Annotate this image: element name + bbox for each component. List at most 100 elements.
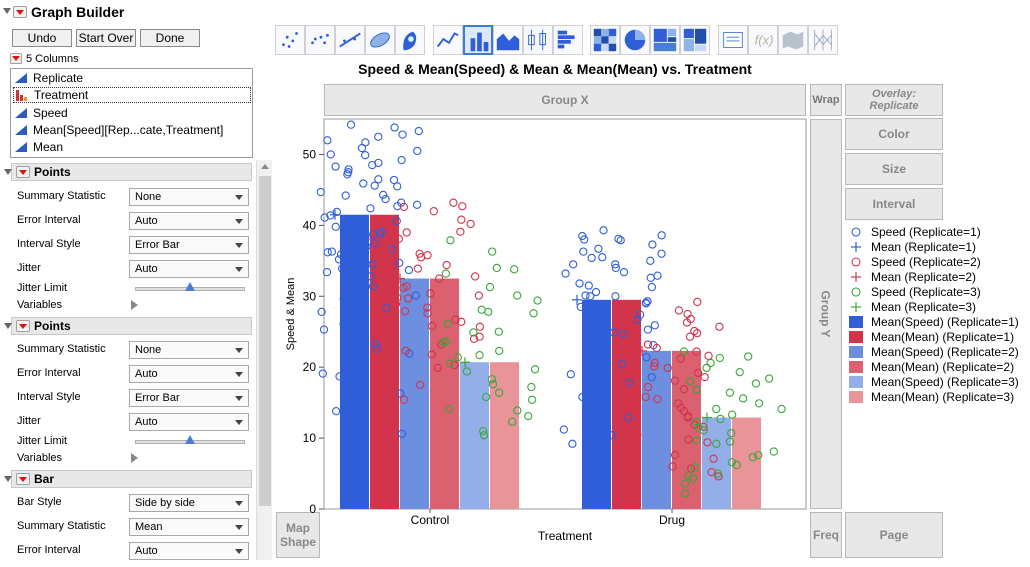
histogram-icon[interactable] [553,25,583,55]
size-zone[interactable]: Size [845,153,943,185]
column-item-treatment[interactable]: Treatment [13,87,251,103]
collapse-icon[interactable] [4,323,12,329]
y-axis-label: Speed & Mean [285,278,297,351]
contour-icon[interactable] [395,25,425,55]
slider-thumb[interactable] [185,435,195,444]
graph-canvas[interactable]: 0 10 20 30 40 50 Control Drug Speed & Mean Tre… [276,116,810,556]
select-value: Auto [135,545,158,557]
undo-button[interactable]: Undo [12,29,72,47]
chevron-down-icon [235,195,243,200]
y-tick-label: 40 [303,218,317,232]
points-menu-button[interactable] [16,166,30,178]
bar-section-header[interactable]: Bar [4,470,252,488]
freq-zone[interactable]: Freq [810,512,842,558]
page-zone[interactable]: Page [845,512,943,558]
expand-variables-icon[interactable] [131,300,138,310]
heatmap-icon[interactable] [590,25,620,55]
ellipse-icon[interactable] [365,25,395,55]
overlay-zone[interactable]: Overlay: Replicate [845,84,943,116]
map-shapes-icon[interactable] [778,25,808,55]
error-interval-select[interactable]: Auto [129,365,249,383]
line-icon[interactable] [433,25,463,55]
summary-statistic-select[interactable]: None [129,341,249,359]
caption-box-icon[interactable] [718,25,748,55]
wrap-zone[interactable]: Wrap [810,84,842,116]
legend-item[interactable]: Speed (Replicate=2) [849,254,981,269]
scroll-up-icon[interactable] [261,164,269,169]
column-label: Mean[Speed][Rep...cate,Treatment] [33,123,224,137]
points-icon[interactable] [275,25,305,55]
column-item-speed[interactable]: Speed [15,105,68,121]
color-zone[interactable]: Color [845,118,943,150]
legend-item[interactable]: Mean(Mean) (Replicate=1) [849,329,1014,344]
column-item-mean[interactable]: Mean [15,139,63,155]
error-interval-select[interactable]: Auto [129,542,249,560]
legend-item[interactable]: Mean(Speed) (Replicate=2) [849,344,1019,359]
column-item-mean-speed[interactable]: Mean[Speed][Rep...cate,Treatment] [15,122,223,138]
points-menu-button[interactable] [16,320,30,332]
y-tick-label: 10 [303,431,317,445]
area-icon[interactable] [493,25,523,55]
summary-statistic-select[interactable]: Mean [129,518,249,536]
legend-item[interactable]: Speed (Replicate=3) [849,284,981,299]
collapse-title-icon[interactable] [3,8,11,14]
chevron-down-icon [235,549,243,554]
column-item-replicate[interactable]: Replicate [15,70,83,86]
legend-circle-icon [849,226,863,238]
legend-item[interactable]: Mean (Replicate=2) [849,269,976,284]
points-section-header-2[interactable]: Points [4,317,252,335]
treemap-icon[interactable] [650,25,680,55]
points-section-header-1[interactable]: Points [4,163,252,181]
error-interval-select[interactable]: Auto [129,212,249,230]
pie-icon[interactable] [620,25,650,55]
x-tick-label: Drug [659,513,685,527]
select-value: Auto [135,416,158,428]
scroll-thumb[interactable] [259,176,271,506]
bar-icon[interactable] [463,25,493,55]
legend-item[interactable]: Mean (Replicate=3) [849,299,976,314]
done-button[interactable]: Done [140,29,200,47]
interval-style-select[interactable]: Error Bar [129,236,249,254]
expand-variables-icon[interactable] [131,453,138,463]
nominal-icon [16,89,28,101]
slider-thumb[interactable] [185,282,195,291]
title-bar: Graph Builder [0,0,1030,24]
formula-icon[interactable]: f(x) [748,25,778,55]
interval-style-select[interactable]: Error Bar [129,389,249,407]
interval-zone[interactable]: Interval [845,188,943,220]
x-axis-label: Treatment [538,529,593,543]
summary-statistic-select[interactable]: None [129,188,249,206]
legend-item[interactable]: Speed (Replicate=1) [849,224,981,239]
columns-menu-button[interactable] [10,53,22,64]
group-x-zone[interactable]: Group X [324,84,806,116]
group-y-zone[interactable]: Group Y [810,119,842,509]
legend-item[interactable]: Mean(Mean) (Replicate=2) [849,359,1014,374]
jitter-points-icon[interactable] [305,25,335,55]
mosaic-icon[interactable] [680,25,710,55]
legend-label: Speed (Replicate=1) [871,224,981,239]
continuous-icon [15,125,27,135]
prop-label: Interval Style [17,238,81,250]
column-list[interactable]: Replicate Treatment Speed Mean[Speed][Re… [10,68,253,158]
bar [672,350,701,509]
parallel-icon[interactable] [808,25,838,55]
jitter-select[interactable]: Auto [129,413,249,431]
graph-builder-menu-button[interactable] [13,6,27,18]
properties-scrollbar[interactable] [256,160,272,560]
bar-style-select[interactable]: Side by side [129,494,249,512]
legend-item[interactable]: Mean(Mean) (Replicate=3) [849,389,1014,404]
legend-item[interactable]: Mean(Speed) (Replicate=3) [849,374,1019,389]
legend-label: Speed (Replicate=3) [871,284,981,299]
legend-label: Mean(Speed) (Replicate=1) [871,314,1019,329]
collapse-icon[interactable] [4,476,12,482]
bar-menu-button[interactable] [16,473,30,485]
legend-item[interactable]: Mean(Speed) (Replicate=1) [849,314,1019,329]
legend-item[interactable]: Mean (Replicate=1) [849,239,976,254]
box-plot-icon[interactable] [523,25,553,55]
legend-circle-icon [849,286,863,298]
start-over-button[interactable]: Start Over [76,29,136,47]
y-tick-label: 20 [303,360,317,374]
line-of-fit-icon[interactable] [335,25,365,55]
collapse-icon[interactable] [4,169,12,175]
jitter-select[interactable]: Auto [129,260,249,278]
